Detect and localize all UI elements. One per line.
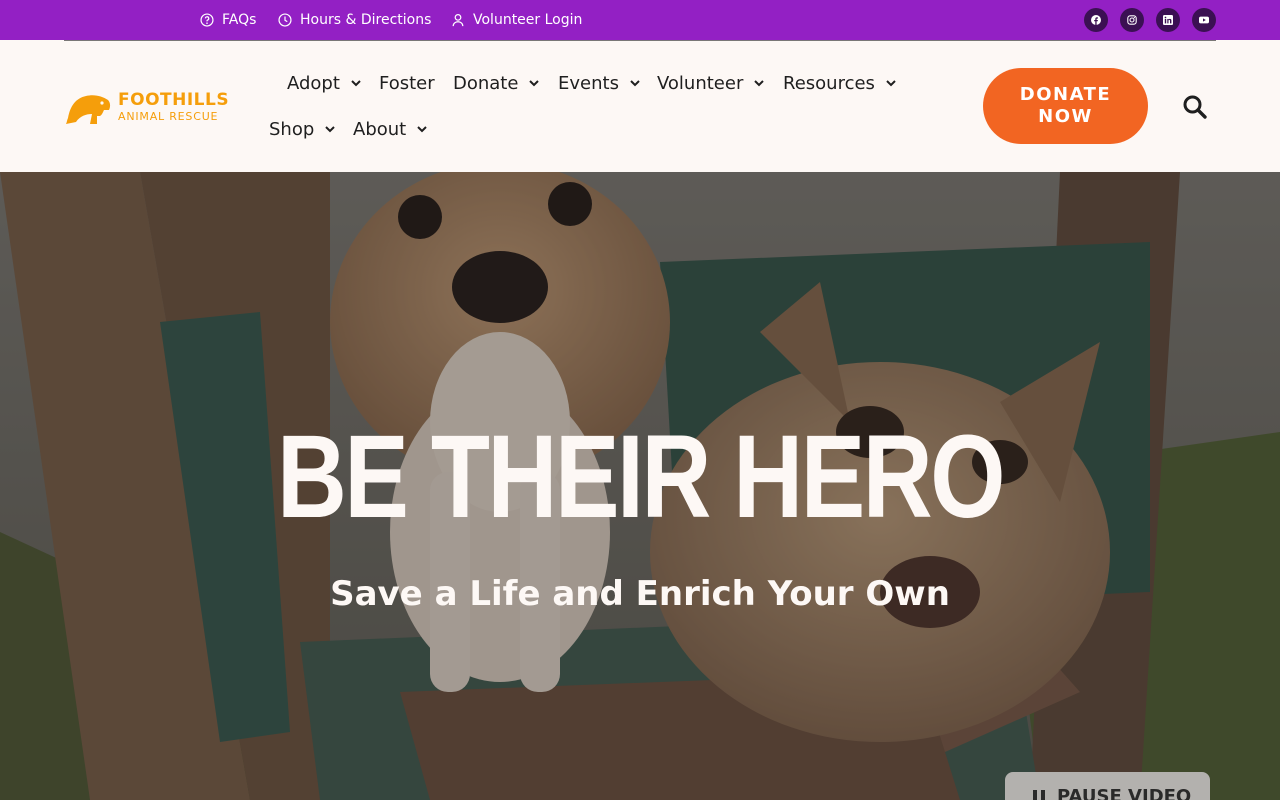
nav-foster[interactable]: Foster (379, 68, 435, 98)
nav-events[interactable]: Events (558, 68, 641, 98)
search-button[interactable] (1182, 94, 1208, 120)
youtube-link[interactable] (1192, 8, 1216, 32)
chevron-down-icon (630, 80, 640, 87)
nav-resources[interactable]: Resources (783, 68, 897, 98)
nav-donate-label: Donate (453, 72, 519, 94)
user-icon (452, 13, 464, 27)
chevron-down-icon (529, 80, 540, 87)
site-logo[interactable]: FOOTHILLS ANIMAL RESCUE (64, 88, 240, 128)
hero-section: BE THEIR HERO Save a Life and Enrich You… (0, 172, 1280, 800)
logo-tagline: ANIMAL RESCUE (118, 110, 219, 123)
donate-now-button[interactable]: DONATE NOW (983, 68, 1148, 144)
hours-directions-label: Hours & Directions (300, 12, 432, 28)
hero-subtitle: Save a Life and Enrich Your Own (330, 574, 950, 614)
donate-now-line1: DONATE (1019, 84, 1112, 105)
youtube-icon (1199, 16, 1209, 24)
chevron-down-icon (754, 80, 765, 87)
nav-about[interactable]: About (353, 114, 428, 144)
chevron-down-icon (351, 80, 361, 87)
pause-video-label: PAUSE VIDEO (1057, 786, 1192, 800)
question-circle-icon (200, 13, 214, 27)
utility-bar: FAQs Hours & Directions Volunteer Login (0, 0, 1280, 40)
linkedin-icon (1163, 15, 1173, 25)
chevron-down-icon (325, 126, 335, 133)
nav-shop-label: Shop (269, 118, 315, 140)
donate-now-line2: NOW (1038, 106, 1093, 127)
chevron-down-icon (886, 80, 896, 87)
facebook-link[interactable] (1084, 8, 1108, 32)
hero-title: BE THEIR HERO (276, 411, 1006, 543)
dog-logo-icon (66, 95, 111, 124)
header-divider (64, 40, 1216, 41)
nav-volunteer-label: Volunteer (657, 72, 744, 94)
nav-foster-label: Foster (379, 72, 435, 94)
chevron-down-icon (417, 126, 427, 133)
facebook-icon (1091, 15, 1101, 25)
hours-directions-link[interactable]: Hours & Directions (278, 0, 431, 40)
clock-icon (278, 13, 292, 27)
nav-shop[interactable]: Shop (269, 114, 336, 144)
nav-volunteer[interactable]: Volunteer (657, 68, 765, 98)
search-icon (1183, 95, 1207, 119)
nav-adopt-label: Adopt (287, 72, 340, 94)
pause-icon (1033, 790, 1045, 800)
instagram-icon (1127, 15, 1137, 25)
logo-wordmark: FOOTHILLS (118, 90, 230, 110)
faqs-link[interactable]: FAQs (200, 0, 256, 40)
pause-video-button[interactable]: PAUSE VIDEO (1005, 772, 1210, 800)
site-header: FOOTHILLS ANIMAL RESCUE Adopt Foster Don… (0, 40, 1280, 172)
nav-donate[interactable]: Donate (453, 68, 540, 98)
nav-events-label: Events (558, 72, 619, 94)
instagram-link[interactable] (1120, 8, 1144, 32)
nav-resources-label: Resources (783, 72, 875, 94)
nav-adopt[interactable]: Adopt (287, 68, 362, 98)
volunteer-login-link[interactable]: Volunteer Login (451, 0, 582, 40)
nav-about-label: About (353, 118, 407, 140)
linkedin-link[interactable] (1156, 8, 1180, 32)
faqs-label: FAQs (222, 12, 257, 28)
volunteer-login-label: Volunteer Login (473, 12, 583, 28)
